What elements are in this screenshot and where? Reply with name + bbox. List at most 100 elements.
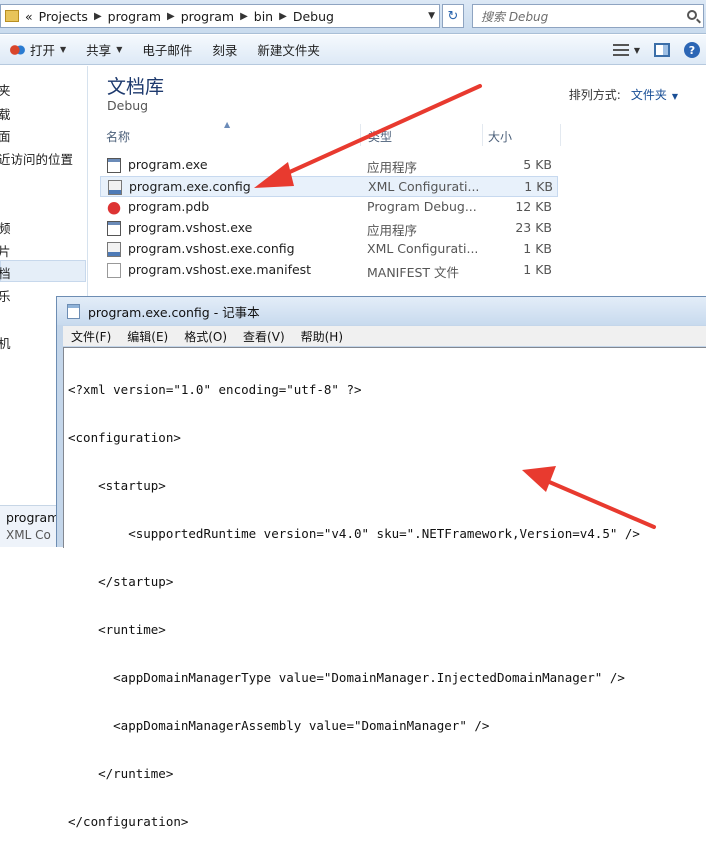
notepad-menu-bar: 文件(F) 编辑(E) 格式(O) 查看(V) 帮助(H)	[63, 326, 706, 346]
menu-help[interactable]: 帮助(H)	[293, 328, 351, 345]
preview-pane-icon[interactable]	[654, 43, 670, 57]
notepad-text-area[interactable]: <?xml version="1.0" encoding="utf-8" ?> …	[63, 347, 706, 829]
file-row[interactable]: program.vshost.exe 应用程序 23 KB	[100, 218, 558, 239]
refresh-button[interactable]: ↻	[442, 4, 464, 28]
breadcrumb-separator-icon[interactable]: ▶	[279, 11, 287, 22]
nav-item-favorites[interactable]: 夹	[0, 80, 11, 99]
breadcrumb-program[interactable]: program	[108, 9, 161, 24]
column-name[interactable]: 名称	[106, 128, 130, 145]
manifest-file-icon	[107, 263, 121, 278]
nav-item-music[interactable]: 乐	[0, 286, 11, 305]
notepad-window: program.exe.config - 记事本 文件(F) 编辑(E) 格式(…	[56, 296, 706, 829]
chevron-down-icon: ▼	[116, 45, 123, 54]
library-subtitle: Debug	[107, 98, 149, 113]
email-button[interactable]: 电子邮件	[132, 35, 202, 65]
file-size: 5 KB	[523, 157, 552, 172]
new-folder-button[interactable]: 新建文件夹	[247, 35, 330, 65]
file-size: 23 KB	[515, 220, 552, 235]
text-line: <?xml version="1.0" encoding="utf-8" ?>	[68, 382, 362, 397]
open-button[interactable]: 打开 ▼	[0, 35, 76, 65]
file-type: Program Debug...	[367, 199, 477, 214]
burn-button[interactable]: 刻录	[202, 35, 247, 65]
address-dropdown-icon[interactable]: ▼	[428, 11, 435, 21]
text-line: <configuration>	[68, 430, 181, 445]
menu-view[interactable]: 查看(V)	[235, 328, 293, 345]
breadcrumb-projects[interactable]: Projects	[39, 9, 88, 24]
open-app-icon	[10, 43, 26, 56]
view-icon	[612, 44, 629, 56]
breadcrumb-program-2[interactable]: program	[181, 9, 234, 24]
search-icon[interactable]	[687, 10, 697, 20]
menu-file[interactable]: 文件(F)	[63, 328, 119, 345]
address-bar-area: « Projects ▶ program ▶ program ▶ bin ▶ Debug…	[0, 0, 706, 34]
file-type: XML Configurati...	[367, 241, 479, 256]
column-header: 名称 ▲ 类型 大小	[100, 120, 696, 146]
search-input[interactable]: 搜索 Debug	[472, 4, 704, 28]
file-type: 应用程序	[367, 160, 418, 175]
chevron-down-icon[interactable]: ▼	[672, 92, 678, 101]
file-type: MANIFEST 文件	[367, 265, 460, 280]
file-row[interactable]: program.vshost.exe.manifest MANIFEST 文件 …	[100, 260, 558, 281]
burn-label: 刻录	[212, 43, 238, 58]
config-file-icon	[107, 242, 121, 257]
breadcrumb-separator-icon[interactable]: ▶	[94, 11, 102, 22]
share-button[interactable]: 共享 ▼	[76, 35, 132, 65]
address-bar[interactable]: « Projects ▶ program ▶ program ▶ bin ▶ Debug…	[0, 4, 440, 28]
column-type[interactable]: 类型	[368, 128, 392, 145]
command-bar: 打开 ▼ 共享 ▼ 电子邮件 刻录 新建文件夹 ▼ ?	[0, 35, 706, 65]
search-placeholder: 搜索 Debug	[481, 9, 549, 24]
text-line: <supportedRuntime version="v4.0" sku=".N…	[68, 526, 640, 541]
folder-icon	[5, 10, 19, 22]
library-title: 文档库	[107, 76, 165, 98]
breadcrumb-separator-icon[interactable]: ▶	[167, 11, 175, 22]
text-line: <appDomainManagerType value="DomainManag…	[68, 670, 625, 685]
text-line: <runtime>	[68, 622, 166, 637]
breadcrumb-bin[interactable]: bin	[254, 9, 273, 24]
menu-edit[interactable]: 编辑(E)	[119, 328, 176, 345]
text-line: </runtime>	[68, 766, 174, 781]
menu-format[interactable]: 格式(O)	[176, 328, 235, 345]
file-row-selected[interactable]: program.exe.config XML Configurati... 1 …	[100, 176, 558, 197]
file-row[interactable]: program.vshost.exe.config XML Configurat…	[100, 239, 558, 260]
open-label: 打开	[30, 43, 56, 58]
nav-item-desktop[interactable]: 面	[0, 126, 11, 145]
nav-item-videos[interactable]: 频	[0, 218, 11, 237]
exe-file-icon	[107, 158, 121, 173]
column-size[interactable]: 大小	[488, 128, 512, 145]
nav-item-downloads[interactable]: 载	[0, 104, 11, 123]
breadcrumb-debug[interactable]: Debug	[293, 9, 334, 24]
text-line: <startup>	[68, 478, 166, 493]
share-label: 共享	[86, 43, 112, 58]
help-icon[interactable]: ?	[684, 42, 700, 58]
file-row[interactable]: program.pdb Program Debug... 12 KB	[100, 197, 558, 218]
file-type: XML Configurati...	[368, 179, 480, 194]
nav-item-documents[interactable]: 档	[0, 263, 11, 282]
nav-item-recent-places[interactable]: 近访问的位置	[0, 149, 73, 168]
chevron-down-icon: ▼	[633, 45, 640, 55]
file-name: program.vshost.exe.config	[128, 241, 295, 256]
arrange-by[interactable]: 排列方式: 文件夹 ▼	[569, 86, 678, 103]
exe-file-icon	[107, 221, 121, 236]
file-size: 1 KB	[523, 241, 552, 256]
breadcrumb-separator-icon[interactable]: ▶	[240, 11, 248, 22]
email-label: 电子邮件	[142, 43, 193, 58]
text-line: </configuration>	[68, 814, 189, 829]
chevron-down-icon: ▼	[60, 45, 67, 54]
file-size: 1 KB	[524, 179, 553, 194]
file-row[interactable]: program.exe 应用程序 5 KB	[100, 155, 558, 176]
arrange-value[interactable]: 文件夹	[631, 88, 667, 102]
change-view-button[interactable]: ▼	[612, 44, 640, 56]
pdb-file-icon	[107, 200, 121, 215]
column-divider[interactable]	[560, 124, 561, 146]
notepad-title-bar[interactable]: program.exe.config - 记事本	[57, 297, 706, 325]
notepad-content: <?xml version="1.0" encoding="utf-8" ?> …	[68, 350, 640, 862]
new-folder-label: 新建文件夹	[257, 43, 320, 58]
address-overflow[interactable]: «	[25, 9, 33, 24]
nav-item-pictures[interactable]: 片	[0, 241, 11, 260]
nav-item-computer[interactable]: 机	[0, 333, 11, 352]
file-name: program.exe.config	[129, 179, 251, 194]
column-divider[interactable]	[360, 124, 361, 146]
nav-selection-highlight	[0, 260, 86, 282]
column-divider[interactable]	[482, 124, 483, 146]
details-file-type: XML Co	[6, 528, 51, 542]
